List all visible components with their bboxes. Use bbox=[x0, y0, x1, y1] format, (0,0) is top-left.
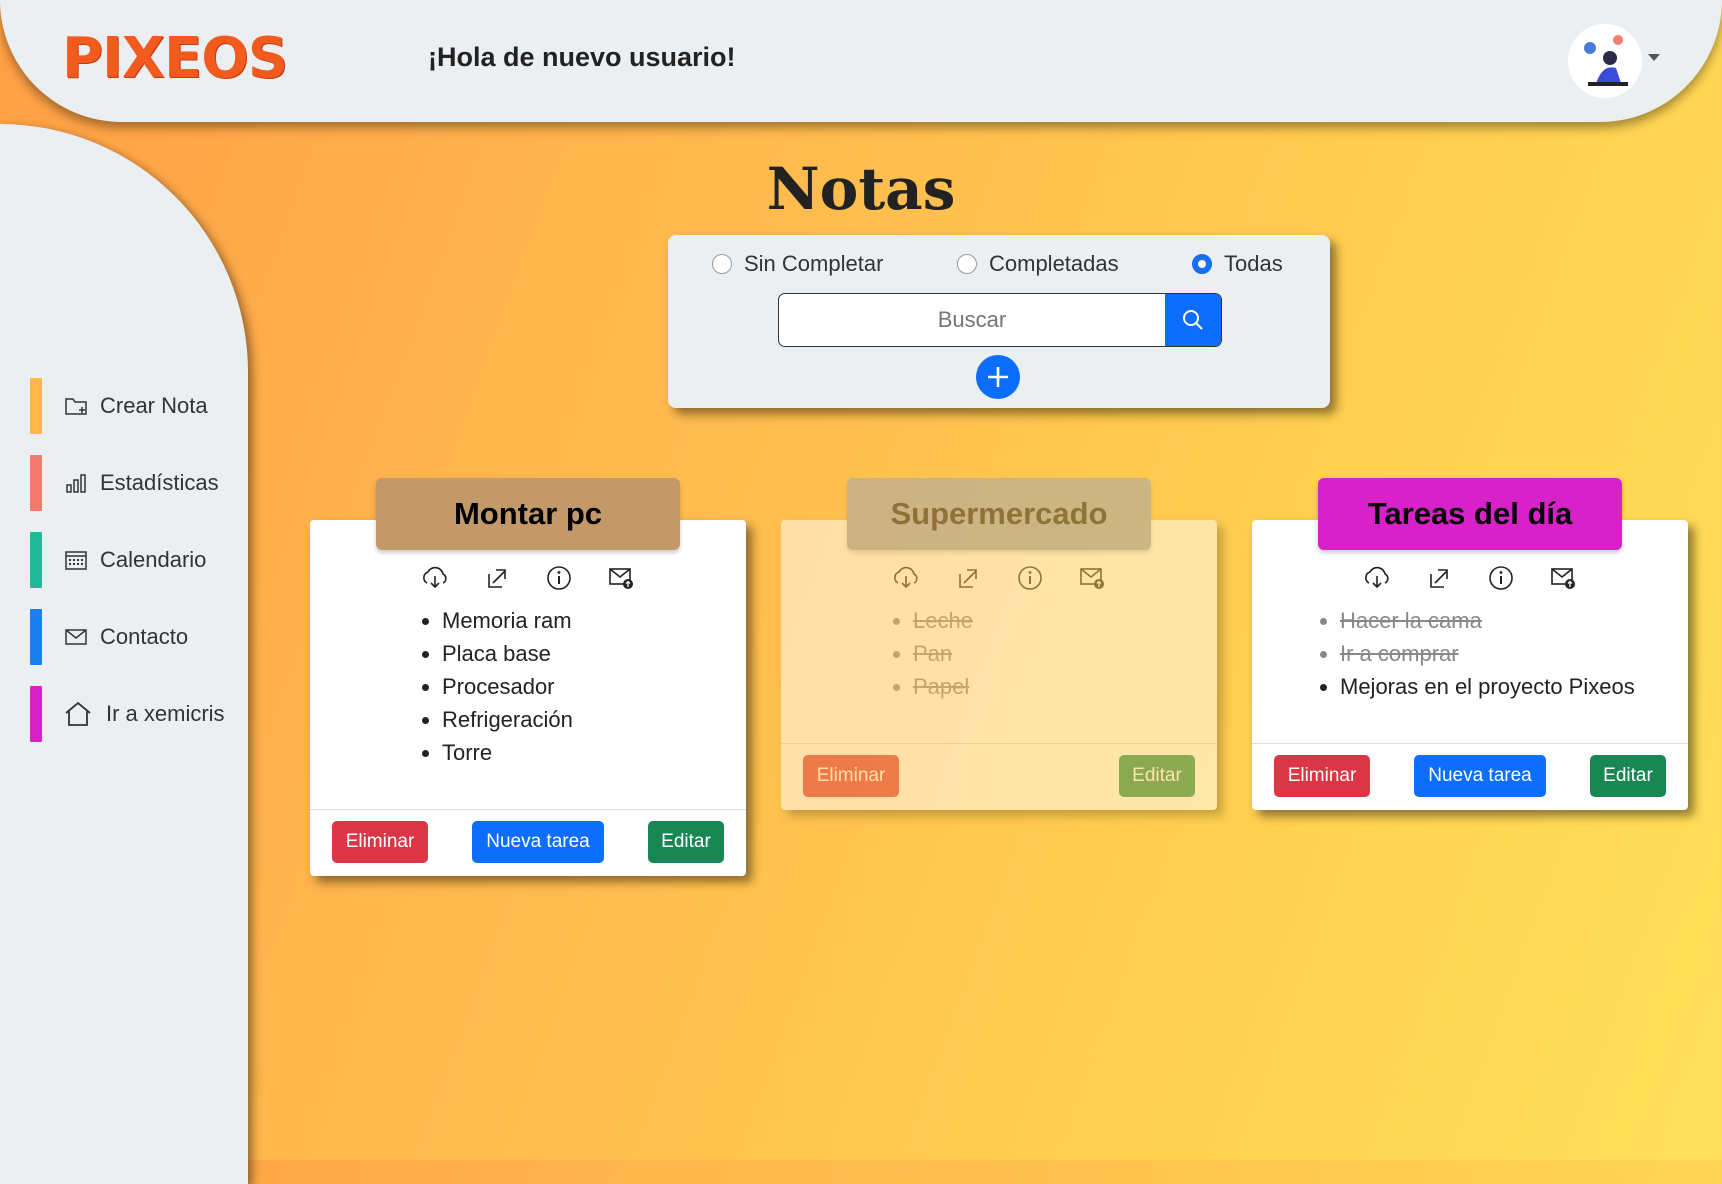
filter-completadas-radio[interactable]: Completadas bbox=[957, 251, 1119, 277]
task-item[interactable]: Hacer la cama bbox=[1340, 604, 1635, 637]
send-mail-icon[interactable] bbox=[1078, 564, 1106, 592]
new-task-button[interactable]: Nueva tarea bbox=[472, 821, 604, 863]
task-item[interactable]: Ir a comprar bbox=[1340, 637, 1635, 670]
edit-note-button[interactable]: Editar bbox=[648, 821, 724, 863]
task-item[interactable]: Leche bbox=[913, 604, 973, 637]
envelope-icon bbox=[64, 625, 90, 649]
sidebar-item-label: Calendario bbox=[100, 547, 207, 572]
info-icon[interactable] bbox=[545, 564, 573, 592]
search-box bbox=[778, 293, 1222, 347]
folder-plus-icon bbox=[64, 394, 90, 418]
note-card: Tareas del día Hacer la cama Ir a compra… bbox=[1252, 478, 1688, 810]
home-icon bbox=[64, 701, 96, 726]
user-avatar[interactable] bbox=[1568, 24, 1642, 98]
note-card-footer: Eliminar Nueva tarea Editar bbox=[1252, 743, 1688, 810]
task-item[interactable]: Torre bbox=[442, 736, 573, 769]
info-icon[interactable] bbox=[1487, 564, 1515, 592]
sidebar-item-accent bbox=[30, 609, 42, 665]
note-title: Tareas del día bbox=[1318, 478, 1622, 550]
radio-label: Completadas bbox=[989, 251, 1119, 276]
search-button[interactable] bbox=[1165, 294, 1221, 346]
download-icon[interactable] bbox=[892, 564, 920, 592]
bar-chart-icon bbox=[64, 471, 90, 495]
note-title: Supermercado bbox=[847, 478, 1151, 550]
task-item[interactable]: Memoria ram bbox=[442, 604, 573, 637]
note-card-footer: Eliminar Editar bbox=[781, 743, 1217, 810]
task-item[interactable]: Papel bbox=[913, 670, 973, 703]
edit-note-button[interactable]: Editar bbox=[1590, 755, 1666, 797]
filter-sin-completar-radio[interactable]: Sin Completar bbox=[712, 251, 883, 277]
filter-todas-radio[interactable]: Todas bbox=[1192, 251, 1283, 277]
sidebar-item-accent bbox=[30, 686, 42, 742]
delete-note-button[interactable]: Eliminar bbox=[332, 821, 428, 863]
sidebar-item-label: Estadísticas bbox=[100, 470, 219, 495]
top-navbar: PIXEOS ¡Hola de nuevo usuario! bbox=[0, 0, 1722, 122]
note-title: Montar pc bbox=[376, 478, 680, 550]
filter-panel: Sin Completar Completadas Todas bbox=[668, 235, 1330, 408]
sidebar-item-label: Crear Nota bbox=[100, 393, 208, 418]
delete-note-button[interactable]: Eliminar bbox=[1274, 755, 1370, 797]
calendar-icon bbox=[64, 548, 90, 572]
sidebar-item-accent bbox=[30, 455, 42, 511]
radio-label: Todas bbox=[1224, 251, 1283, 276]
download-icon[interactable] bbox=[1363, 564, 1391, 592]
sidebar-item-label: Ir a xemicris bbox=[106, 701, 225, 726]
radio-label: Sin Completar bbox=[744, 251, 884, 276]
sidebar-item-ir-a-xemicris[interactable]: Ir a xemicris bbox=[30, 686, 240, 742]
note-card-footer: Eliminar Nueva tarea Editar bbox=[310, 809, 746, 876]
info-icon[interactable] bbox=[1016, 564, 1044, 592]
task-item[interactable]: Refrigeración bbox=[442, 703, 573, 736]
delete-note-button[interactable]: Eliminar bbox=[803, 755, 899, 797]
sidebar-item-accent bbox=[30, 532, 42, 588]
sidebar-item-accent bbox=[30, 378, 42, 434]
sidebar-item-calendario[interactable]: Calendario bbox=[30, 532, 240, 588]
task-item[interactable]: Procesador bbox=[442, 670, 573, 703]
send-mail-icon[interactable] bbox=[607, 564, 635, 592]
add-note-button[interactable] bbox=[976, 355, 1020, 399]
greeting-text: ¡Hola de nuevo usuario! bbox=[428, 42, 736, 72]
sidebar-item-crear-nota[interactable]: Crear Nota bbox=[30, 378, 240, 434]
share-arrow-icon[interactable] bbox=[1425, 564, 1453, 592]
download-icon[interactable] bbox=[421, 564, 449, 592]
radio-circle[interactable] bbox=[712, 254, 732, 274]
edit-note-button[interactable]: Editar bbox=[1119, 755, 1195, 797]
radio-circle[interactable] bbox=[957, 254, 977, 274]
pixeos-logo[interactable]: PIXEOS bbox=[62, 26, 288, 92]
share-arrow-icon[interactable] bbox=[954, 564, 982, 592]
task-list: Memoria ram Placa base Procesador Refrig… bbox=[310, 604, 573, 769]
task-item[interactable]: Mejoras en el proyecto Pixeos bbox=[1340, 670, 1635, 703]
send-mail-icon[interactable] bbox=[1549, 564, 1577, 592]
task-list: Leche Pan Papel bbox=[781, 604, 973, 703]
task-item[interactable]: Pan bbox=[913, 637, 973, 670]
search-input[interactable] bbox=[779, 294, 1165, 346]
note-card: Montar pc Memoria ram Placa base Procesa… bbox=[310, 478, 746, 876]
share-arrow-icon[interactable] bbox=[483, 564, 511, 592]
sidebar-item-label: Contacto bbox=[100, 624, 189, 649]
page-title: Notas bbox=[766, 155, 956, 223]
note-card-completed: Supermercado Leche Pan Papel Eliminar Ed… bbox=[781, 478, 1217, 810]
sidebar-item-estadisticas[interactable]: Estadísticas bbox=[30, 455, 240, 511]
sidebar-item-contacto[interactable]: Contacto bbox=[30, 609, 240, 665]
plus-icon bbox=[988, 367, 1008, 387]
radio-circle[interactable] bbox=[1192, 254, 1212, 274]
user-menu-caret-icon[interactable] bbox=[1648, 54, 1660, 61]
new-task-button[interactable]: Nueva tarea bbox=[1414, 755, 1546, 797]
task-list: Hacer la cama Ir a comprar Mejoras en el… bbox=[1252, 604, 1635, 703]
task-item[interactable]: Placa base bbox=[442, 637, 573, 670]
search-icon bbox=[1183, 310, 1203, 330]
